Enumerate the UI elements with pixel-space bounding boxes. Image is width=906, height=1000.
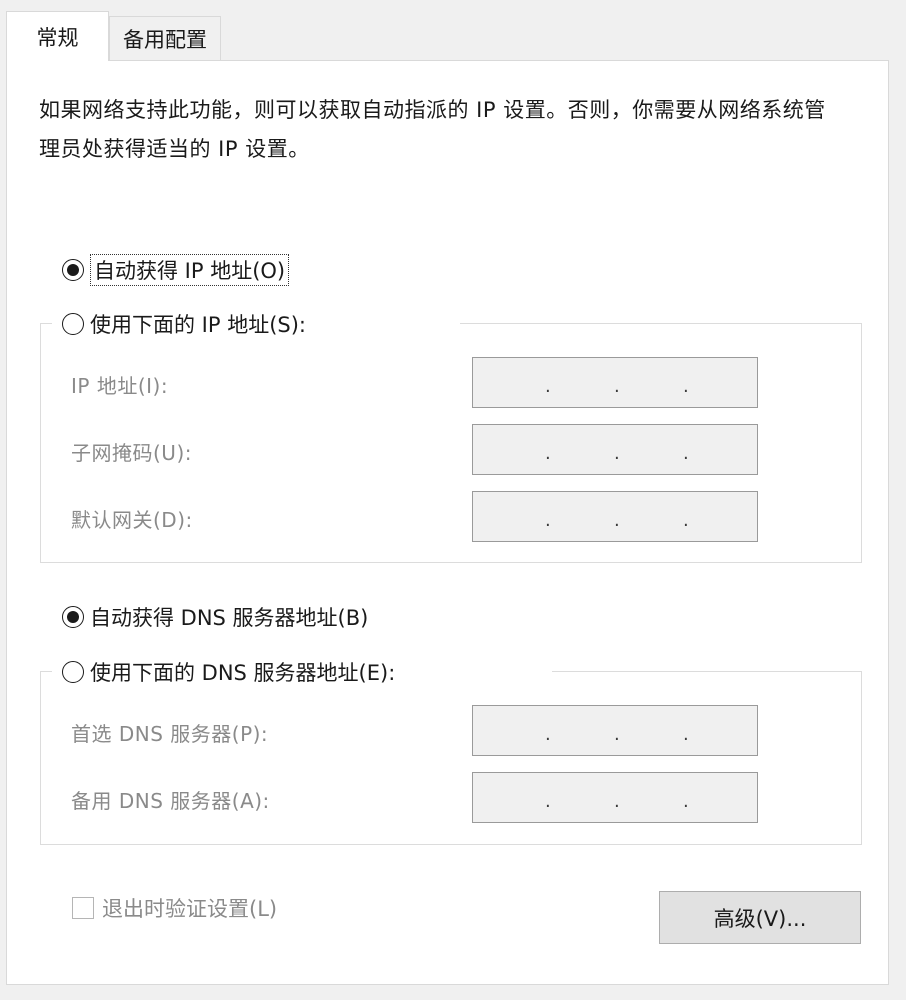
description-text: 如果网络支持此功能，则可以获取自动指派的 IP 设置。否则，你需要从网络系统管理… xyxy=(39,98,826,161)
radio-unselected-icon xyxy=(62,313,84,335)
radio-selected-icon xyxy=(62,259,84,281)
ip-manual-label: 使用下面的 IP 地址(S): xyxy=(90,313,306,337)
validate-on-exit-checkbox[interactable]: 退出时验证设置(L) xyxy=(72,893,277,923)
tab-alternate-config[interactable]: 备用配置 xyxy=(109,16,221,60)
subnet-mask-label: 子网掩码(U): xyxy=(71,441,192,465)
preferred-dns-input[interactable]: ... xyxy=(472,705,758,756)
ip-auto-label: 自动获得 IP 地址(O) xyxy=(90,254,290,286)
default-gateway-input[interactable]: ... xyxy=(472,491,758,542)
ip-auto-radio[interactable]: 自动获得 IP 地址(O) xyxy=(62,254,290,286)
ip-manual-radio[interactable]: 使用下面的 IP 地址(S): xyxy=(62,309,306,339)
tab-general[interactable]: 常规 xyxy=(6,11,109,61)
ip-address-label: IP 地址(I): xyxy=(71,374,169,398)
validate-on-exit-label: 退出时验证设置(L) xyxy=(102,897,278,921)
dns-manual-label: 使用下面的 DNS 服务器地址(E): xyxy=(90,661,396,685)
ip-address-input[interactable]: ... xyxy=(472,357,758,408)
radio-selected-icon xyxy=(62,606,84,628)
radio-unselected-icon xyxy=(62,661,84,683)
default-gateway-label: 默认网关(D): xyxy=(71,508,193,532)
general-panel: 如果网络支持此功能，则可以获取自动指派的 IP 设置。否则，你需要从网络系统管理… xyxy=(6,60,889,985)
alternate-dns-input[interactable]: ... xyxy=(472,772,758,823)
alternate-dns-label: 备用 DNS 服务器(A): xyxy=(71,789,270,813)
dns-manual-radio[interactable]: 使用下面的 DNS 服务器地址(E): xyxy=(62,657,395,687)
subnet-mask-input[interactable]: ... xyxy=(472,424,758,475)
preferred-dns-label: 首选 DNS 服务器(P): xyxy=(71,722,269,746)
tab-general-label: 常规 xyxy=(36,25,79,50)
tab-alternate-config-label: 备用配置 xyxy=(123,27,207,52)
checkbox-unchecked-icon xyxy=(72,897,94,919)
advanced-button[interactable]: 高级(V)... xyxy=(659,891,861,944)
dns-auto-radio[interactable]: 自动获得 DNS 服务器地址(B) xyxy=(62,602,368,632)
dns-auto-label: 自动获得 DNS 服务器地址(B) xyxy=(90,606,369,630)
advanced-button-label: 高级(V)... xyxy=(713,906,807,931)
